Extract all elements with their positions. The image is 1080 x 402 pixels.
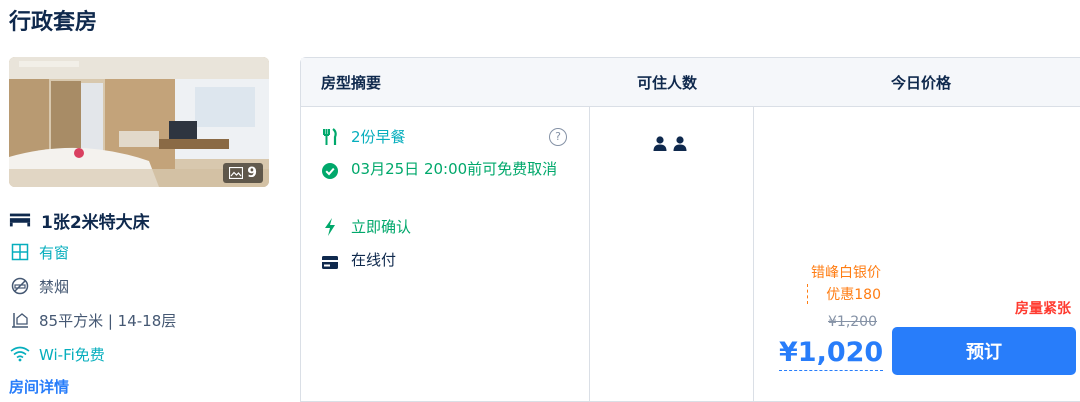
- header-summary: 房型摘要: [321, 74, 382, 92]
- photo-count-badge[interactable]: 9: [223, 163, 263, 183]
- perk-payment: 在线付: [321, 249, 561, 271]
- bed-icon: [9, 212, 31, 228]
- smoking-label: 禁烟: [39, 277, 70, 296]
- room-details-link[interactable]: 房间详情: [9, 376, 69, 397]
- person-icon: [673, 136, 687, 151]
- scarcity-badge: 房量紧张: [1015, 301, 1071, 317]
- help-icon[interactable]: ?: [549, 128, 567, 146]
- promo-discount: 优惠180: [826, 287, 881, 303]
- area-floor-label: 85平方米 | 14-18层: [39, 311, 177, 330]
- window-info: 有窗: [9, 235, 289, 269]
- lightning-icon: [321, 216, 339, 238]
- window-icon: [9, 243, 31, 261]
- area-floor-info: 85平方米 | 14-18层: [9, 303, 289, 337]
- rate-table-header: 房型摘要 可住人数 今日价格: [301, 58, 1080, 107]
- wifi-icon: [9, 346, 31, 362]
- wifi-label: Wi-Fi免费: [39, 345, 105, 364]
- cancellation-label[interactable]: 03月25日 20:00前可免费取消: [351, 158, 561, 180]
- rate-table: 房型摘要 可住人数 今日价格 2份早餐 ? 03月25日 20:00前可免费取消…: [300, 57, 1080, 402]
- breakfast-label: 2份早餐: [351, 128, 406, 146]
- area-icon: [9, 311, 31, 329]
- promo-divider: [807, 284, 809, 304]
- guest-capacity: [653, 136, 687, 152]
- utensils-icon: [321, 126, 339, 148]
- perk-breakfast: 2份早餐: [321, 126, 561, 148]
- no-smoking-icon: [9, 277, 31, 295]
- book-button[interactable]: 预订: [892, 327, 1076, 375]
- gallery-icon: [229, 167, 244, 179]
- person-icon: [653, 136, 667, 151]
- perk-cancellation: 03月25日 20:00前可免费取消: [321, 158, 561, 180]
- card-icon: [321, 249, 339, 271]
- photo-count: 9: [247, 165, 257, 181]
- original-price: ¥1,200: [828, 314, 877, 330]
- header-guests: 可住人数: [637, 74, 698, 92]
- column-divider: [589, 106, 590, 401]
- promo-badge[interactable]: 错峰白银价 优惠180: [797, 262, 881, 306]
- room-title: 行政套房: [9, 10, 98, 35]
- check-circle-icon: [321, 158, 339, 180]
- final-price[interactable]: ¥1,020: [779, 337, 884, 371]
- promo-name: 错峰白银价: [811, 265, 881, 281]
- window-label: 有窗: [39, 243, 70, 262]
- room-facts: 1张2米特大床 有窗 禁烟 85平方米 | 14-18层 Wi-Fi免费: [9, 205, 289, 371]
- room-photo[interactable]: 9: [9, 57, 269, 187]
- smoking-info: 禁烟: [9, 269, 289, 303]
- bed-info: 1张2米特大床: [9, 205, 289, 235]
- wifi-info: Wi-Fi免费: [9, 337, 289, 371]
- payment-label: 在线付: [351, 251, 397, 269]
- perk-instant-confirm: 立即确认: [321, 216, 561, 238]
- column-divider: [753, 106, 754, 401]
- bed-label: 1张2米特大床: [41, 212, 150, 233]
- header-price: 今日价格: [891, 74, 952, 92]
- instant-confirm-label: 立即确认: [351, 218, 412, 236]
